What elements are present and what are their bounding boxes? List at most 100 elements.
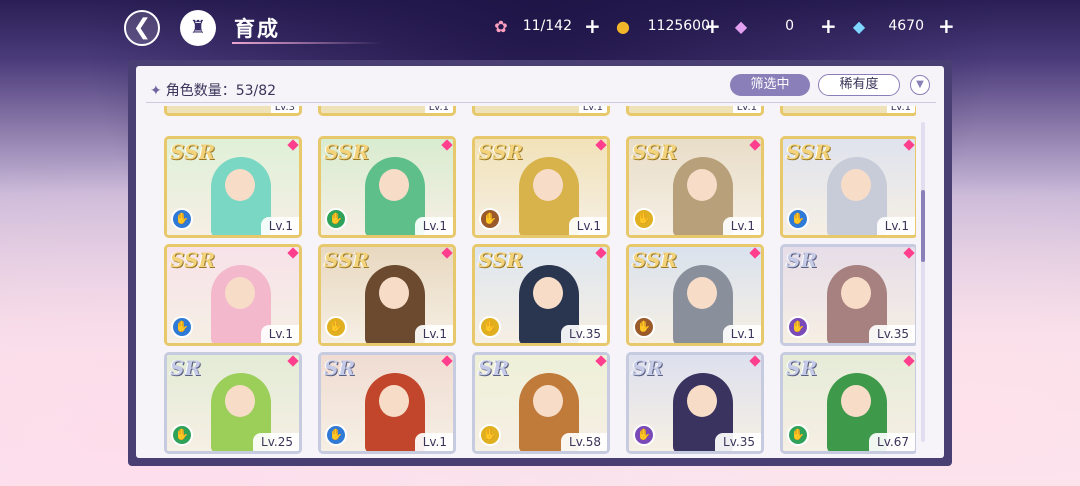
resource-value: 0 <box>785 18 794 34</box>
title-underline <box>232 42 382 44</box>
rarity-badge: SSR <box>632 140 678 164</box>
character-card-partial[interactable]: Lv.1 <box>472 106 610 116</box>
character-card[interactable]: SSR ✋ Lv.1 <box>626 136 764 238</box>
character-card[interactable]: SR ✋ Lv.25 <box>164 352 302 454</box>
card-level: Lv.1 <box>578 106 607 113</box>
card-level: Lv.1 <box>414 217 453 235</box>
character-face <box>533 385 563 417</box>
card-level: Lv.58 <box>561 433 607 451</box>
character-face <box>841 277 871 309</box>
card-level: Lv.35 <box>561 325 607 343</box>
attribute-icon: ✋ <box>479 424 501 446</box>
card-level: Lv.1 <box>732 106 761 113</box>
filter-button[interactable]: 筛选中 <box>730 74 810 96</box>
rarity-badge: SSR <box>632 248 678 272</box>
resource-candy: ✿ 11/142 + <box>490 14 602 40</box>
card-level: Lv.1 <box>886 106 915 113</box>
character-card[interactable]: SSR ✋ Lv.1 <box>472 136 610 238</box>
page-title: 育成 <box>234 17 280 41</box>
character-card[interactable]: SR ✋ Lv.1 <box>318 352 456 454</box>
scrollbar-track[interactable] <box>921 122 925 442</box>
character-face <box>687 169 717 201</box>
character-face <box>533 169 563 201</box>
sort-button[interactable]: 稀有度 <box>818 74 900 96</box>
sort-order-button[interactable]: ▼ <box>910 75 930 95</box>
resource-value: 1125600 <box>647 18 710 34</box>
rarity-badge: SSR <box>478 140 524 164</box>
character-card[interactable]: SSR ✋ Lv.1 <box>626 244 764 346</box>
attribute-icon: ✋ <box>479 316 501 338</box>
attribute-icon: ✋ <box>171 208 193 230</box>
resource-pink-diamond: ◆ 0 + <box>730 14 840 40</box>
card-level: Lv.67 <box>869 433 915 451</box>
character-panel: ✦ 角色数量：53/82 筛选中 稀有度 ▼ Lv.3 Lv.1 Lv.1 Lv.1 Lv… <box>128 60 952 466</box>
gold-coin-icon: ● <box>616 17 630 36</box>
sparkle-icon: ✦ <box>150 83 162 99</box>
rarity-badge: SR <box>632 356 664 380</box>
character-face <box>379 385 409 417</box>
character-card[interactable]: SSR ✋ Lv.1 <box>164 244 302 346</box>
character-card-partial[interactable]: Lv.3 <box>164 106 302 116</box>
resource-gold: ● 1125600 + <box>612 14 722 40</box>
character-card[interactable]: SSR ✋ Lv.35 <box>472 244 610 346</box>
card-level: Lv.35 <box>869 325 915 343</box>
rarity-badge: SSR <box>324 248 370 272</box>
pink-diamond-icon: ◆ <box>734 17 748 36</box>
card-level: Lv.1 <box>414 325 453 343</box>
add-candy-button[interactable]: + <box>584 14 601 38</box>
character-card[interactable]: SSR ✋ Lv.1 <box>318 244 456 346</box>
add-blue-diamond-button[interactable]: + <box>938 14 955 38</box>
character-count-text: 角色数量：53/82 <box>165 83 277 99</box>
card-level: Lv.35 <box>715 433 761 451</box>
add-pink-diamond-button[interactable]: + <box>820 14 837 38</box>
card-level: Lv.1 <box>876 217 915 235</box>
attribute-icon: ✋ <box>787 316 809 338</box>
character-face <box>225 169 255 201</box>
character-card-partial[interactable]: Lv.1 <box>318 106 456 116</box>
card-level: Lv.1 <box>568 217 607 235</box>
character-card[interactable]: SSR ✋ Lv.1 <box>318 136 456 238</box>
chevron-down-icon: ▼ <box>916 79 924 90</box>
character-face <box>225 385 255 417</box>
card-level: Lv.1 <box>260 217 299 235</box>
character-face <box>687 277 717 309</box>
rarity-badge: SSR <box>170 248 216 272</box>
card-level: Lv.1 <box>722 325 761 343</box>
attribute-icon: ✋ <box>633 316 655 338</box>
character-face <box>533 277 563 309</box>
divider <box>146 102 936 103</box>
rarity-badge: SSR <box>170 140 216 164</box>
rarity-badge: SSR <box>786 140 832 164</box>
back-arrow-icon: ❮ <box>132 15 152 40</box>
resource-value: 11/142 <box>522 18 572 34</box>
character-card[interactable]: SSR ✋ Lv.1 <box>164 136 302 238</box>
character-card[interactable]: SR ✋ Lv.35 <box>626 352 764 454</box>
resource-value: 4670 <box>888 18 924 34</box>
back-button[interactable]: ❮ <box>124 10 160 46</box>
rarity-badge: SSR <box>324 140 370 164</box>
card-level: Lv.25 <box>253 433 299 451</box>
attribute-icon: ✋ <box>633 424 655 446</box>
character-card-partial[interactable]: Lv.1 <box>780 106 916 116</box>
character-face <box>841 385 871 417</box>
character-card-partial[interactable]: Lv.1 <box>626 106 764 116</box>
home-button[interactable]: ♜ <box>180 10 216 46</box>
rarity-badge: SR <box>170 356 202 380</box>
card-level: Lv.1 <box>260 325 299 343</box>
character-grid: Lv.3 Lv.1 Lv.1 Lv.1 Lv.1 SSR ✋ Lv.1 SSR ✋ Lv.1 SSR ✋… <box>164 106 916 456</box>
attribute-icon: ✋ <box>171 316 193 338</box>
attribute-icon: ✋ <box>479 208 501 230</box>
character-card[interactable]: SR ✋ Lv.67 <box>780 352 916 454</box>
character-card[interactable]: SSR ✋ Lv.1 <box>780 136 916 238</box>
scrollbar-thumb[interactable] <box>921 190 925 262</box>
attribute-icon: ✋ <box>787 424 809 446</box>
castle-icon: ♜ <box>189 17 207 38</box>
top-bar: ❮ ♜ 育成 ✿ 11/142 + ● 1125600 + ◆ 0 + ◆ 46… <box>0 0 1080 58</box>
card-level: Lv.3 <box>270 106 299 113</box>
character-card[interactable]: SR ✋ Lv.35 <box>780 244 916 346</box>
character-card[interactable]: SR ✋ Lv.58 <box>472 352 610 454</box>
rarity-badge: SR <box>324 356 356 380</box>
attribute-icon: ✋ <box>325 208 347 230</box>
card-level: Lv.1 <box>414 433 453 451</box>
add-gold-button[interactable]: + <box>704 14 721 38</box>
